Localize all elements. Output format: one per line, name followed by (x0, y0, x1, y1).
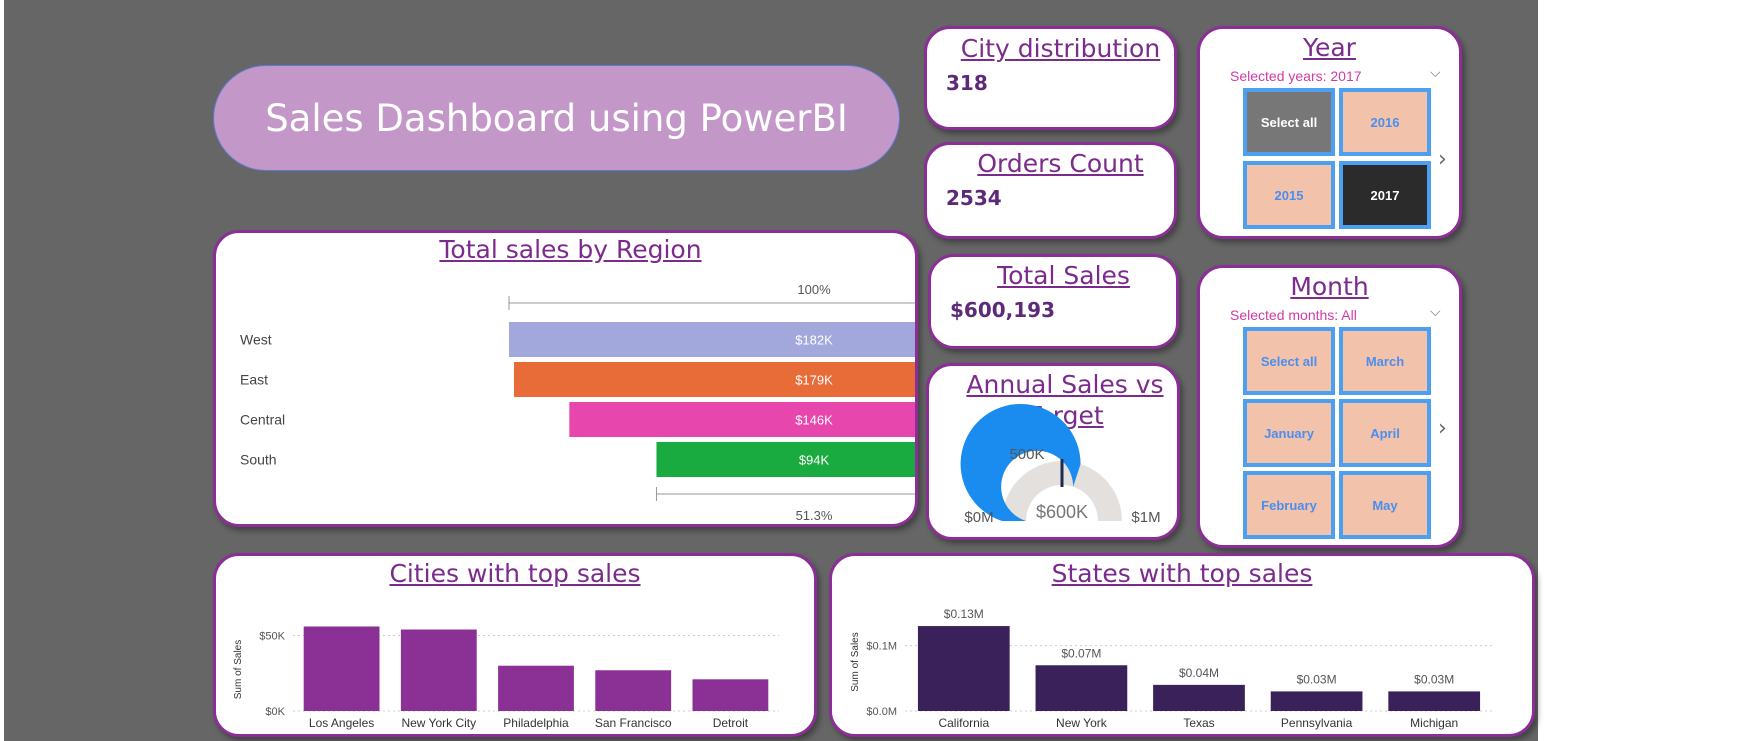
month-tile-select-all[interactable]: Select all (1243, 327, 1335, 395)
gauge-value-label: $600K (1036, 502, 1088, 522)
funnel-bottom-percent: 51.3% (796, 508, 833, 523)
x-tick-label: California (938, 716, 989, 730)
x-tick-label: Detroit (713, 716, 749, 730)
bar (498, 665, 574, 711)
y-axis-label: Sum of Sales (850, 632, 861, 691)
data-label: $0.13M (944, 607, 984, 621)
funnel-value-label: $146K (795, 413, 833, 428)
bar (1035, 665, 1128, 711)
annual-sales-gauge-card[interactable]: Annual Sales vs Target $0M $1M 500K $600… (926, 363, 1180, 540)
orders-count-value: 2534 (946, 186, 1002, 210)
bar (400, 629, 477, 711)
year-selection-label: Selected years: 2017 (1230, 68, 1362, 84)
year-tile-2017[interactable]: 2017 (1339, 161, 1431, 229)
city-distribution-card[interactable]: City distribution 318 (924, 26, 1177, 130)
region-sales-card[interactable]: Total sales by Region 100% West $182K East $… (213, 230, 918, 527)
x-tick-label: Michigan (1410, 716, 1458, 730)
bar (595, 670, 672, 711)
y-tick-label: $0.1M (866, 641, 897, 653)
year-dropdown-chevron-icon[interactable]: ⌵ (1430, 65, 1441, 81)
month-tile-january[interactable]: January (1243, 399, 1335, 467)
funnel-top-percent: 100% (797, 282, 831, 297)
year-tile-select-all[interactable]: Select all (1243, 88, 1335, 156)
funnel-bar (569, 402, 915, 437)
month-dropdown-chevron-icon[interactable]: ⌵ (1430, 304, 1441, 320)
bar (1153, 684, 1245, 711)
y-tick-label: $50K (259, 631, 285, 643)
year-tile-2016[interactable]: 2016 (1339, 88, 1431, 156)
year-next-page-icon[interactable]: › (1438, 147, 1447, 172)
funnel-category-label: West (240, 332, 272, 348)
gauge-chart: $0M $1M 500K $600K (960, 403, 1161, 526)
funnel-value-label: $179K (795, 373, 833, 388)
x-tick-label: New York City (401, 716, 476, 730)
month-tile-april[interactable]: April (1339, 399, 1431, 467)
funnel-bar (514, 362, 915, 397)
bar (1388, 691, 1481, 711)
month-tile-march[interactable]: March (1339, 327, 1431, 395)
orders-count-title: Orders Count (977, 149, 1144, 178)
year-slicer-title: Year (1303, 33, 1356, 62)
dashboard-title-banner: Sales Dashboard using PowerBI (213, 65, 900, 171)
bar (303, 626, 380, 711)
month-next-page-icon[interactable]: › (1438, 416, 1447, 441)
gauge-max-label: $1M (1131, 509, 1160, 526)
bar (692, 679, 769, 711)
states-bar-chart: $0.0M $0.1M Sum of Sales California $0.13M Ne… (850, 607, 1493, 730)
data-label: $0.03M (1414, 672, 1454, 686)
funnel-category-label: South (240, 452, 277, 468)
bar (917, 626, 1010, 711)
funnel-category-label: Central (240, 412, 285, 428)
month-tile-february[interactable]: February (1243, 471, 1335, 539)
month-slicer-card[interactable]: Month Selected months: All ⌵ Select all … (1197, 265, 1462, 548)
total-sales-value: $600,193 (950, 298, 1056, 322)
data-label: $0.07M (1061, 646, 1101, 660)
funnel-category-label: East (240, 372, 268, 388)
funnel-value-label: $94K (799, 453, 830, 468)
total-sales-card[interactable]: Total Sales $600,193 (928, 254, 1179, 349)
gauge-target-label: 500K (1009, 446, 1044, 463)
year-tile-2015[interactable]: 2015 (1243, 161, 1335, 229)
data-label: $0.03M (1297, 672, 1337, 686)
city-distribution-title: City distribution (960, 34, 1161, 63)
y-tick-label: $0K (265, 706, 285, 718)
x-tick-label: Philadelphia (503, 716, 569, 730)
x-tick-label: New York (1056, 716, 1108, 730)
x-tick-label: Texas (1183, 716, 1214, 730)
x-tick-label: San Francisco (595, 716, 672, 730)
month-tile-may[interactable]: May (1339, 471, 1431, 539)
y-tick-label: $0.0M (866, 706, 897, 718)
gauge-min-label: $0M (964, 509, 993, 526)
month-slicer-title: Month (1290, 272, 1369, 301)
funnel-bar (656, 442, 915, 477)
city-distribution-value: 318 (946, 71, 988, 95)
y-axis-label: Sum of Sales (233, 640, 244, 699)
dashboard-canvas: Sales Dashboard using PowerBI City distr… (0, 0, 1746, 741)
month-selection-label: Selected months: All (1230, 307, 1357, 323)
data-label: $0.04M (1179, 666, 1219, 680)
x-tick-label: Los Angeles (309, 716, 374, 730)
cities-sales-card[interactable]: Cities with top sales $0K $50K Sum of Sale… (213, 553, 817, 737)
total-sales-title: Total Sales (997, 261, 1130, 290)
funnel-value-label: $182K (795, 333, 833, 348)
region-funnel-chart: 100% West $182K East $179K Central $146K South $… (240, 282, 915, 523)
dashboard-title: Sales Dashboard using PowerBI (265, 96, 848, 140)
states-sales-card[interactable]: States with top sales $0.0M $0.1M Sum of S… (829, 553, 1535, 737)
bar (1270, 691, 1363, 711)
year-slicer-card[interactable]: Year Selected years: 2017 ⌵ Select all 2… (1197, 26, 1462, 239)
funnel-bar (509, 322, 915, 357)
x-tick-label: Pennsylvania (1281, 716, 1353, 730)
orders-count-card[interactable]: Orders Count 2534 (924, 142, 1177, 239)
cities-bar-chart: $0K $50K Sum of Sales Los Angeles New York C… (233, 626, 779, 730)
